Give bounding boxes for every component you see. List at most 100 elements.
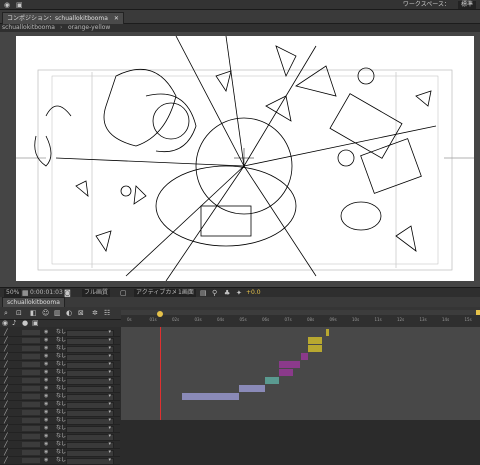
layer-duration-bar[interactable]: [239, 385, 265, 392]
layer-row[interactable]: ╱ ◉ なし ▾: [0, 457, 120, 465]
layer-row[interactable]: ╱ ◉ なし ▾: [0, 353, 120, 361]
eye-icon[interactable]: ◉: [44, 425, 48, 432]
layer-switches[interactable]: [22, 346, 40, 351]
layer-row[interactable]: ╱ ◉ なし ▾: [0, 417, 120, 425]
breadcrumb-item-comp[interactable]: schuallokitbooma: [2, 24, 55, 32]
playhead-line[interactable]: [160, 327, 162, 420]
region-icon[interactable]: ▢: [120, 289, 127, 297]
layer-duration-bar[interactable]: [182, 393, 240, 400]
motion-blur-icon[interactable]: ◐: [66, 309, 72, 317]
layer-row[interactable]: ╱ ◉ なし ▾: [0, 409, 120, 417]
layer-row[interactable]: ╱ ◉ なし ▾: [0, 377, 120, 385]
parent-select[interactable]: ▾: [66, 385, 114, 393]
layer-switches[interactable]: [22, 394, 40, 399]
parent-select[interactable]: ▾: [66, 433, 114, 441]
layer-row[interactable]: ╱ ◉ なし ▾: [0, 393, 120, 401]
playhead-handle[interactable]: [157, 311, 164, 317]
eye-icon[interactable]: ◉: [44, 457, 48, 464]
eye-icon[interactable]: ◉: [44, 329, 48, 336]
breadcrumb-item-orange[interactable]: orange-yellow: [68, 24, 110, 32]
eye-icon[interactable]: ◉: [44, 441, 48, 448]
layer-duration-bar[interactable]: [300, 353, 308, 360]
eye-icon[interactable]: ◉: [44, 401, 48, 408]
layer-switches[interactable]: [22, 370, 40, 375]
layer-duration-bar[interactable]: [278, 361, 301, 368]
time-ruler[interactable]: 0s 01s 02s 03s 04s 05s 06s 07s 08s 09s 10s 11s 12s 13…: [121, 310, 480, 327]
layer-switches[interactable]: [22, 330, 40, 335]
parent-select[interactable]: ▾: [66, 369, 114, 377]
layer-switches[interactable]: [22, 450, 40, 455]
layer-switches[interactable]: [22, 354, 40, 359]
parent-select[interactable]: ▾: [66, 457, 114, 465]
lock-icon[interactable]: ▣: [16, 1, 23, 9]
layer-switches[interactable]: [22, 386, 40, 391]
parent-select[interactable]: ▾: [66, 393, 114, 401]
grid-icon[interactable]: ▦: [22, 289, 29, 297]
brainstorm-icon[interactable]: ✲: [92, 309, 98, 317]
parent-select[interactable]: ▾: [66, 353, 114, 361]
view-layout-icon[interactable]: ▤: [200, 289, 207, 297]
layer-switches[interactable]: [22, 426, 40, 431]
layer-row[interactable]: ╱ ◉ なし ▾: [0, 385, 120, 393]
comp-mini-flowchart-icon[interactable]: ⊡: [16, 309, 22, 317]
tab-composition[interactable]: コンポジション：schuallokitbooma ✕: [2, 12, 124, 24]
fast-preview-icon[interactable]: ⚲: [212, 289, 217, 297]
eye-icon[interactable]: ◉: [44, 449, 48, 456]
resolution-select[interactable]: フル画質: [82, 289, 111, 297]
eye-icon[interactable]: ◉: [44, 385, 48, 392]
work-area-bar[interactable]: [121, 310, 480, 315]
eye-icon[interactable]: ◉: [44, 345, 48, 352]
layer-duration-bar[interactable]: [264, 377, 279, 384]
sketch-canvas[interactable]: [16, 35, 474, 282]
camera-icon[interactable]: ◙: [64, 289, 71, 297]
eye-icon[interactable]: ◉: [44, 377, 48, 384]
parent-select[interactable]: ▾: [66, 345, 114, 353]
exposure-value[interactable]: +0.0: [246, 289, 261, 297]
timeline-tracks[interactable]: [121, 327, 480, 420]
flowchart-icon[interactable]: ♣: [224, 289, 230, 297]
layer-row[interactable]: ╱ ◉ なし ▾: [0, 441, 120, 449]
workspace-select[interactable]: 標準: [457, 1, 476, 9]
graph-editor-icon[interactable]: ⊠: [78, 309, 84, 317]
layer-switches[interactable]: [22, 362, 40, 367]
layer-switches[interactable]: [22, 402, 40, 407]
layer-list[interactable]: ╱ ◉ なし ▾ ╱ ◉ なし ▾ ╱ ◉ なし ▾ ╱ ◉ なし ▾ ╱ ◉ なし ▾ ╱ ◉ なし ▾ ╱ ◉ なし ▾ ╱ ◉ なし ▾…: [0, 327, 120, 465]
parent-select[interactable]: ▾: [66, 401, 114, 409]
layer-switches[interactable]: [22, 458, 40, 463]
timecode-display[interactable]: 0:00:01:03: [30, 289, 63, 297]
layer-row[interactable]: ╱ ◉ なし ▾: [0, 369, 120, 377]
eye-icon[interactable]: ◉: [44, 361, 48, 368]
composition-viewer[interactable]: [0, 32, 480, 287]
parent-select[interactable]: ▾: [66, 449, 114, 457]
layer-row[interactable]: ╱ ◉ なし ▾: [0, 449, 120, 457]
layer-duration-bar[interactable]: [325, 329, 330, 336]
layer-switches[interactable]: [22, 410, 40, 415]
work-area-end-handle[interactable]: [476, 310, 480, 315]
layer-row[interactable]: ╱ ◉ なし ▾: [0, 433, 120, 441]
eye-icon[interactable]: ◉: [44, 337, 48, 344]
parent-select[interactable]: ▾: [66, 337, 114, 345]
layer-row[interactable]: ╱ ◉ なし ▾: [0, 401, 120, 409]
eye-icon[interactable]: ◉: [44, 393, 48, 400]
parent-select[interactable]: ▾: [66, 409, 114, 417]
layer-switches[interactable]: [22, 418, 40, 423]
shy-icon[interactable]: ☺: [42, 309, 49, 317]
close-icon[interactable]: ✕: [114, 15, 119, 22]
layer-row[interactable]: ╱ ◉ なし ▾: [0, 361, 120, 369]
eye-icon[interactable]: ◉: [44, 369, 48, 376]
layer-row[interactable]: ╱ ◉ なし ▾: [0, 345, 120, 353]
layer-row[interactable]: ╱ ◉ なし ▾: [0, 329, 120, 337]
parent-select[interactable]: ▾: [66, 329, 114, 337]
parent-select[interactable]: ▾: [66, 417, 114, 425]
reset-exposure-icon[interactable]: ✦: [236, 289, 242, 297]
parent-select[interactable]: ▾: [66, 425, 114, 433]
eye-icon[interactable]: ◉: [44, 433, 48, 440]
search-icon[interactable]: ⌕: [4, 309, 8, 317]
parent-select[interactable]: ▾: [66, 361, 114, 369]
comment-icon[interactable]: ☷: [104, 309, 110, 317]
eye-icon[interactable]: ◉: [44, 417, 48, 424]
layer-switches[interactable]: [22, 442, 40, 447]
layer-switches[interactable]: [22, 338, 40, 343]
layer-duration-bar[interactable]: [307, 345, 323, 352]
layer-row[interactable]: ╱ ◉ なし ▾: [0, 425, 120, 433]
